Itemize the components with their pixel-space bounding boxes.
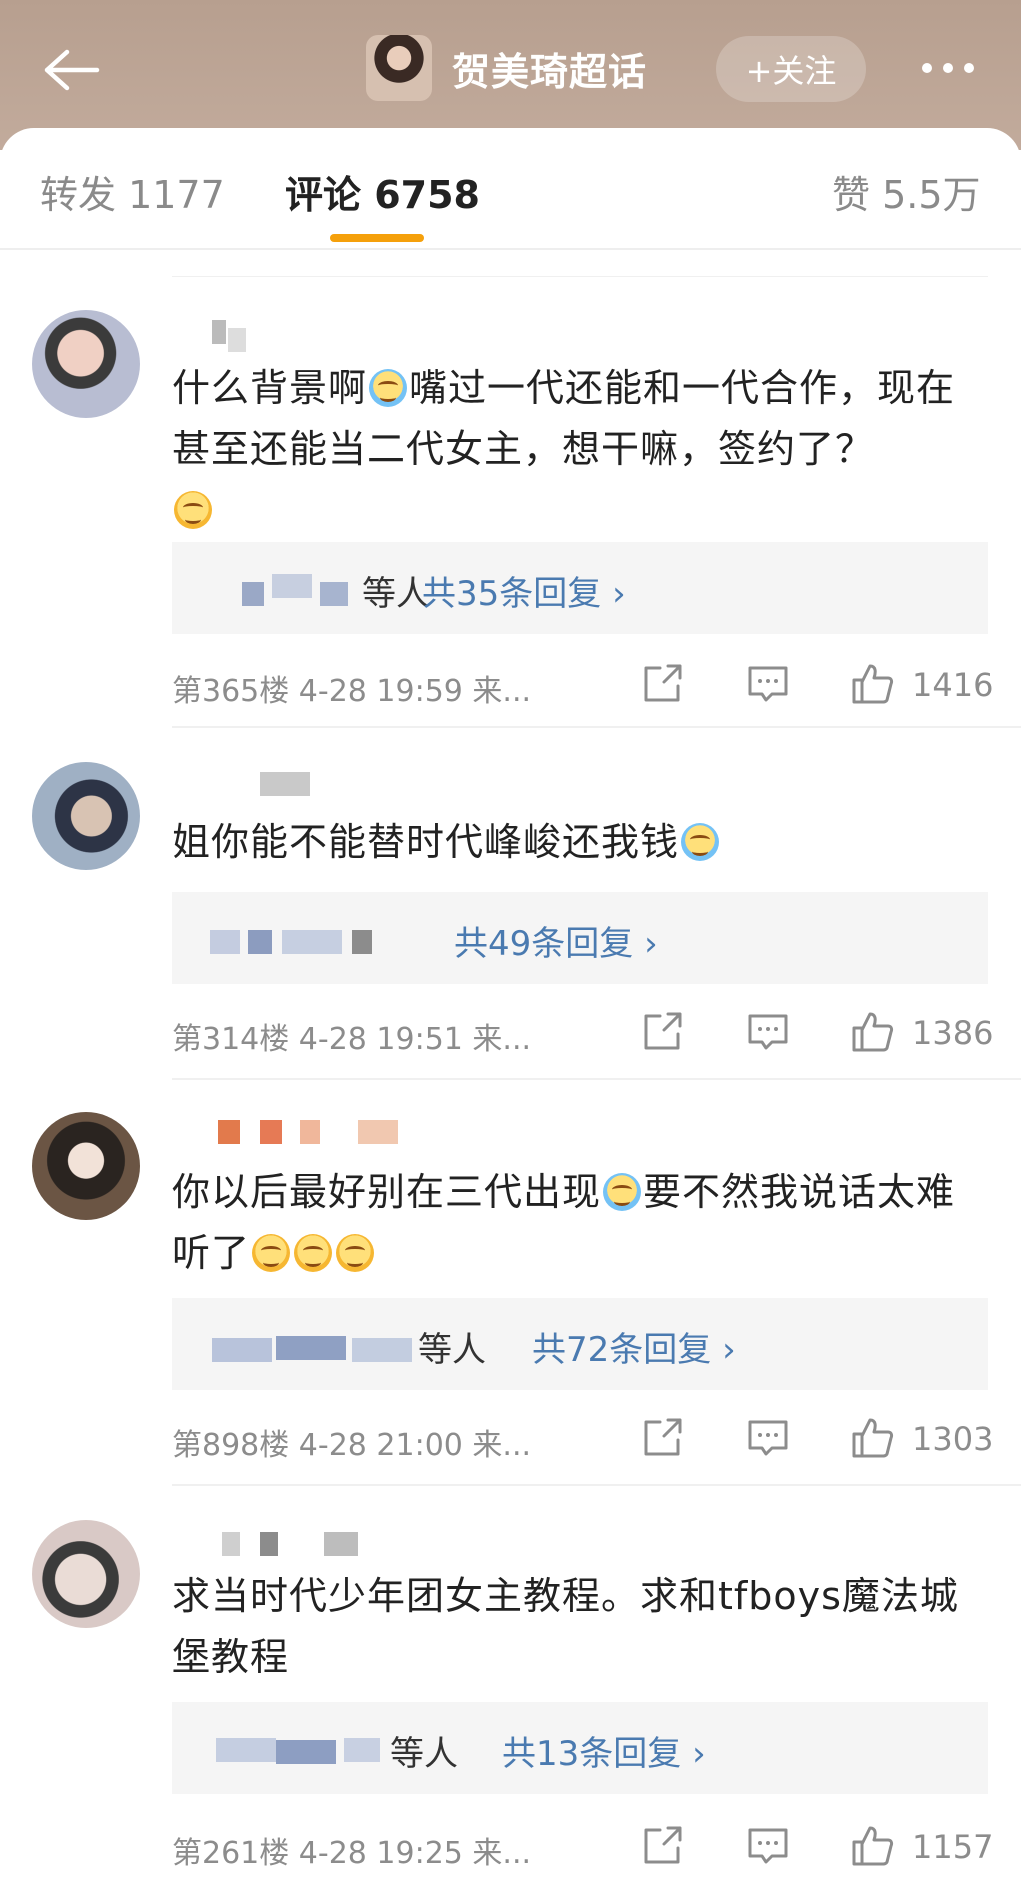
comment-meta: 第261楼 4-28 19:25 来... 1157 <box>172 1824 994 1871</box>
tab-reposts[interactable]: 转发 1177 <box>40 164 225 219</box>
list-top-divider <box>172 276 988 277</box>
comment-separator <box>172 726 1021 728</box>
comment-separator <box>172 1078 1021 1080</box>
back-arrow-icon <box>44 49 100 91</box>
repost-icon[interactable] <box>640 1010 684 1054</box>
thumbs-up-icon[interactable] <box>850 1824 894 1868</box>
smile-emoji-icon <box>294 1234 333 1272</box>
comment-meta: 第898楼 4-28 21:00 来... 1303 <box>172 1416 994 1463</box>
floor-time-text: 第898楼 4-28 21:00 来... <box>172 1428 532 1463</box>
thumbs-up-icon[interactable] <box>850 1416 894 1460</box>
back-button[interactable] <box>38 42 104 98</box>
laugh-cry-emoji-icon <box>681 823 720 861</box>
smile-emoji-icon <box>336 1234 375 1272</box>
comment-meta: 第365楼 4-28 19:59 来... 1416 <box>172 662 994 709</box>
tab-divider <box>0 248 1021 250</box>
username-blurred[interactable] <box>174 1120 398 1150</box>
header-title-group[interactable]: 贺美琦超话 <box>366 33 647 103</box>
reply-preview[interactable]: 等人 共72条回复 › <box>172 1298 988 1390</box>
comment-meta: 第314楼 4-28 19:51 来... 1386 <box>172 1010 994 1057</box>
scared-emoji-icon <box>369 369 408 407</box>
reply-preview[interactable]: 等人 共35条回复 › <box>172 542 988 634</box>
floor-time-text: 第261楼 4-28 19:25 来... <box>172 1836 532 1871</box>
comment-text: 你以后最好别在三代出现 要不然我说话太难听了 <box>172 1170 956 1275</box>
reply-preview[interactable]: 共49条回复 › <box>172 892 988 984</box>
reply-names-blurred <box>192 1328 452 1366</box>
thumbs-up-icon[interactable] <box>850 662 894 706</box>
topic-avatar <box>366 35 432 101</box>
reply-count-link[interactable]: 共72条回复 › <box>532 1322 736 1371</box>
reply-count-link[interactable]: 共49条回复 › <box>454 916 658 965</box>
floor-time-text: 第365楼 4-28 19:59 来... <box>172 674 532 709</box>
comment-text: 求当时代少年团女主教程。求和tfboys魔法城堡教程 <box>172 1574 959 1679</box>
floor-time-text: 第314楼 4-28 19:51 来... <box>172 1022 532 1057</box>
tab-bar: 转发 1177 评论 6758 赞 5.5万 <box>0 128 1021 248</box>
avatar[interactable] <box>32 762 140 870</box>
reply-preview[interactable]: 等人 共13条回复 › <box>172 1702 988 1794</box>
follow-button[interactable]: +关注 <box>716 36 866 102</box>
comment-icon[interactable] <box>746 1416 790 1460</box>
repost-icon[interactable] <box>640 1824 684 1868</box>
page-title: 贺美琦超话 <box>452 49 648 94</box>
laugh-cry-emoji-icon <box>603 1173 642 1211</box>
comment-icon[interactable] <box>746 1824 790 1868</box>
smile-emoji-icon <box>174 491 212 529</box>
like-count: 1386 <box>912 1014 994 1052</box>
tab-comments[interactable]: 评论 6758 <box>285 164 480 219</box>
username-blurred[interactable] <box>174 772 354 802</box>
comment-text: 姐你能不能替时代峰峻还我钱 <box>172 812 992 873</box>
like-count: 1416 <box>912 666 994 704</box>
avatar[interactable] <box>32 310 140 418</box>
avatar[interactable] <box>32 1112 140 1220</box>
comment-text: 什么背景啊 嘴过一代还能和一代合作，现在甚至还能当二代女主，想干嘛，签约了？ <box>172 358 992 541</box>
tab-likes[interactable]: 赞 5.5万 <box>832 164 981 219</box>
thumbs-up-icon[interactable] <box>850 1010 894 1054</box>
like-count: 1157 <box>912 1828 994 1866</box>
comment-icon[interactable] <box>746 662 790 706</box>
reply-count-link[interactable]: 共13条回复 › <box>502 1726 706 1775</box>
repost-icon[interactable] <box>640 662 684 706</box>
comment-separator <box>172 1484 1021 1486</box>
like-count: 1303 <box>912 1420 994 1458</box>
reply-count-link[interactable]: 共35条回复 › <box>422 566 626 615</box>
repost-icon[interactable] <box>640 1416 684 1460</box>
username-blurred[interactable] <box>174 1532 358 1562</box>
reply-suffix: 等人 <box>362 574 430 614</box>
reply-suffix: 等人 <box>418 1330 486 1370</box>
comment-icon[interactable] <box>746 1010 790 1054</box>
username-blurred[interactable] <box>174 320 354 352</box>
avatar[interactable] <box>32 1520 140 1628</box>
reply-suffix: 等人 <box>390 1734 458 1774</box>
tab-active-indicator <box>330 234 424 242</box>
smile-emoji-icon <box>252 1234 291 1272</box>
more-dots-icon[interactable] <box>908 48 988 88</box>
reply-names-blurred <box>192 922 452 960</box>
